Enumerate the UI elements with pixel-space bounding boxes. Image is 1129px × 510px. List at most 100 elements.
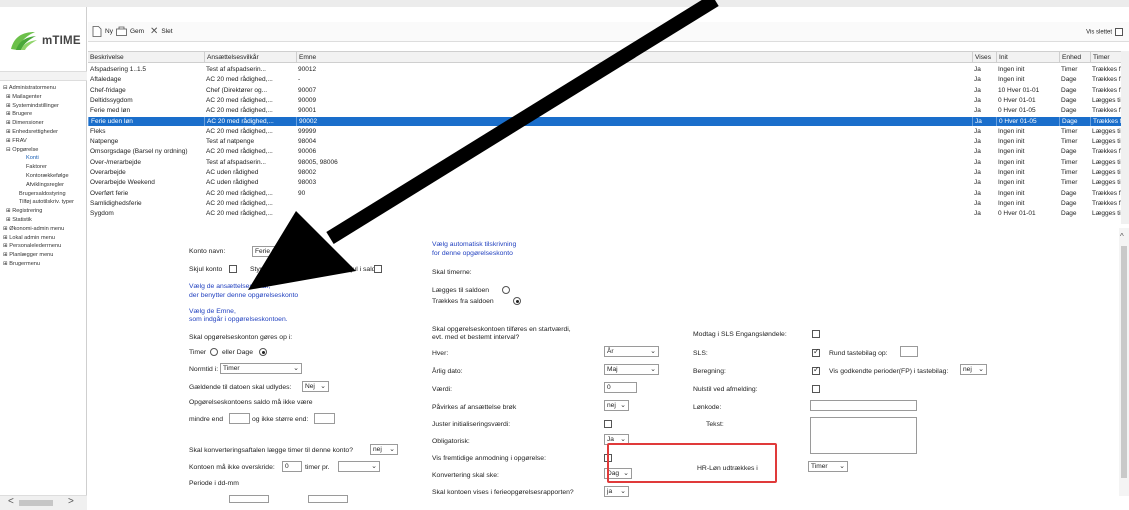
normtid-select[interactable]: Timer ⌄ [220,363,302,374]
beregning-checkbox[interactable] [812,365,820,375]
vis-godkendte-select[interactable]: nej ⌄ [960,364,987,375]
nulstil-checkbox[interactable] [812,385,820,393]
paavirkes-select[interactable]: nej ⌄ [604,400,629,411]
column-header-timer[interactable]: Timer [1090,52,1121,63]
form-vertical-scrollbar[interactable]: ^ [1119,228,1129,496]
cell-emne: 98004 [298,138,317,146]
link-vilkaar-line1[interactable]: Vælg de ansættelsesvilkår, [189,283,270,290]
nav-item-13[interactable]: Tilføj autotilskriv. typer [2,198,86,207]
periode-start-input[interactable] [229,495,269,503]
nav-item-14[interactable]: ⊞ Registrering [2,207,86,216]
nav-item-15[interactable]: ⊞ Statistik [2,216,86,225]
nav-item-4[interactable]: ⊞ Dimensioner [2,119,86,128]
table-row[interactable]: Samlidighedsferie AC 20 med rådighed,... J… [88,199,1121,208]
juster-checkbox[interactable] [604,420,612,428]
column-header-emne[interactable]: Emne [296,52,972,63]
nav-item-11[interactable]: Afviklingsregler [2,181,86,190]
nav-item-16[interactable]: ⊞ Økonomi-admin menu [2,225,86,234]
delete-button[interactable]: ✕ Slet [150,25,173,38]
table-row[interactable]: Natpenge Test af natpenge 98004 Ja Ingen ini… [88,137,1121,146]
table-row[interactable]: Afspadsering 1..1.5 Test af afspadserin..… [88,65,1121,74]
mindre-end-input[interactable] [229,413,250,424]
show-deleted-checkbox[interactable] [1115,28,1123,36]
grid-vertical-scrollbar[interactable] [1121,51,1129,227]
hr-loen-select[interactable]: Timer ⌄ [808,461,848,472]
table-row[interactable]: Overført ferie AC 20 med rådighed,... 90 Ja… [88,189,1121,198]
nav-item-10[interactable]: Kontorækkefølge [2,172,86,181]
dage-radio[interactable] [259,348,267,356]
timer-radio[interactable] [210,348,218,356]
sls-checkbox[interactable] [812,347,820,357]
delete-icon: ✕ [150,26,159,37]
save-button[interactable]: Gem [116,25,144,38]
cell-beskrivelse: Overarbejde Weekend [90,179,155,187]
konvertering-aftale-select[interactable]: nej ⌄ [370,444,398,455]
modtag-sls-checkbox[interactable] [812,330,820,338]
column-header-init[interactable]: Init [996,52,1059,63]
scroll-up-icon[interactable]: ^ [1120,232,1124,241]
nav-item-17[interactable]: ⊞ Lokal admin menu [2,234,86,243]
link-emne-line2[interactable]: som indgår i opgørelseskontoen. [189,316,288,323]
periode-end-input[interactable] [308,495,348,503]
aarlig-dato-select[interactable]: Maj ⌄ [604,364,659,375]
nav-item-3[interactable]: ⊞ Brugere [2,110,86,119]
column-header-enhed[interactable]: Enhed [1059,52,1090,63]
column-header-beskrivelse[interactable]: Beskrivelse [88,52,204,63]
nav-item-1[interactable]: ⊞ Mailagenter [2,93,86,102]
nav-item-12[interactable]: Brugersaldostyring [2,190,86,199]
nav-item-8[interactable]: Konti [2,154,86,163]
laegges-label: Lægges til saldoen [432,287,490,294]
laegges-radio[interactable] [502,286,510,294]
table-row[interactable]: Chef-fridage Chef (Direktører og... 90007 J… [88,86,1121,95]
nav-item-18[interactable]: ⊞ Personalelederrnenu [2,242,86,251]
skjul-konto-checkbox[interactable] [229,265,237,273]
traekkes-radio[interactable] [513,297,521,305]
scrollbar-thumb[interactable] [1121,246,1127,478]
link-emne-line1[interactable]: Vælg de Emne, [189,308,236,315]
skjul-i-saldo-checkbox[interactable] [374,265,382,273]
loenkode-input[interactable] [810,400,917,411]
link-vilkaar-line2[interactable]: der benytter denne opgørelseskonto [189,292,298,299]
table-row[interactable]: Omsorgsdage (Barsel ny ordning) AC 20 med… [88,147,1121,156]
table-row[interactable]: Overarbejde AC uden rådighed 98002 Ja Ingen … [88,168,1121,177]
ferieopgoerelse-select[interactable]: ja ⌄ [604,486,629,497]
ikke-storre-input[interactable] [314,413,335,424]
scrollbar-thumb[interactable] [19,500,53,506]
cell-vilkaar: AC uden rådighed [206,179,259,187]
gaeldende-select[interactable]: Nej ⌄ [302,381,329,392]
konto-navn-input[interactable]: Ferie uden løn [252,246,320,257]
hver-select[interactable]: År ⌄ [604,346,659,357]
nav-item-6[interactable]: ⊞ FRAV [2,137,86,146]
table-row[interactable]: Aftaledage AC 20 med rådighed,... - Ja Ingen… [88,75,1121,84]
rund-input[interactable] [900,346,918,357]
nav-item-7[interactable]: ⊟ Opgørelse [2,146,86,155]
table-row[interactable]: Overarbejde Weekend AC uden rådighed 98003… [88,178,1121,187]
table-row[interactable]: Over-/merarbejde Test af afspadserin... 98… [88,158,1121,167]
nav-item-5[interactable]: ⊞ Enhedsrettigheder [2,128,86,137]
nav-item-20[interactable]: ⊞ Brugermenu [2,260,86,269]
cell-vises: Ja [974,158,981,166]
table-row[interactable]: Deltidssygdom AC 20 med rådighed,... 90009… [88,96,1121,105]
cell-timer: Lægges til [1092,158,1121,166]
nav-item-19[interactable]: ⊞ Planlægger menu [2,251,86,260]
new-button[interactable]: Ny [92,25,113,38]
auto-link-line1[interactable]: Vælg automatisk tilskrivning [432,241,516,248]
table-row[interactable]: Sygdom AC 20 med rådighed,... Ja 0 Hver 01-… [88,209,1121,218]
overskride-input[interactable]: 0 [282,461,302,472]
nav-item-0[interactable]: ⊟ Administratormenu [2,84,86,93]
cell-emne: 98003 [298,179,317,187]
show-deleted-toggle[interactable]: Vis slettet [1086,28,1123,36]
nav-item-2[interactable]: ⊞ Systemindstillinger [2,102,86,111]
vaerdi-input[interactable]: 0 [604,382,637,393]
nav-item-9[interactable]: Faktorer [2,163,86,172]
table-row[interactable]: Ferie uden løn AC 20 med rådighed,... 9000… [88,116,1121,126]
timer-pr-select[interactable]: ⌄ [338,461,380,472]
column-header-vises[interactable]: Vises [972,52,996,63]
column-header-vilkaar[interactable]: Ansættelsesvilkår [204,52,296,63]
table-row[interactable]: Fleks AC 20 med rådighed,... 99999 Ja Ingen … [88,127,1121,136]
scroll-right-icon[interactable]: > [68,496,74,507]
table-row[interactable]: Ferie med løn AC 20 med rådighed,... 90001… [88,106,1121,115]
auto-link-line2[interactable]: for denne opgørelseskonto [432,250,513,257]
tekst-textarea[interactable] [810,417,917,454]
scroll-left-icon[interactable]: < [8,496,14,507]
